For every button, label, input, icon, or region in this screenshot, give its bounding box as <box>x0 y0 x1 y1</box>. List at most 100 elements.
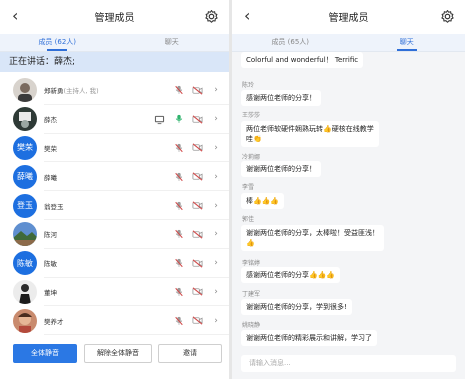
message-sender: 陈玲 <box>242 82 255 89</box>
chevron-right-icon[interactable]: › <box>211 287 221 297</box>
member-row[interactable]: 董坤 › <box>0 278 229 307</box>
mic-icon[interactable] <box>173 114 184 125</box>
message-sender: 王莎莎 <box>242 112 261 119</box>
mic-muted-icon[interactable] <box>173 142 184 153</box>
message-bubble: 棒👍👍👍 <box>241 193 285 209</box>
member-name: 薛杰 <box>44 114 154 124</box>
mic-muted-icon[interactable] <box>173 171 184 182</box>
gear-icon[interactable] <box>440 9 455 24</box>
chevron-right-icon[interactable]: › <box>211 316 221 326</box>
tab-chat[interactable]: 聊天 <box>115 34 230 51</box>
message-sender: 姚晓静 <box>242 322 261 329</box>
avatar: 薛曦 <box>13 164 37 189</box>
avatar <box>13 279 37 304</box>
invite-button[interactable]: 邀请 <box>158 344 222 363</box>
page-title: 管理成员 <box>94 13 135 24</box>
member-name-text: 翁登玉 <box>44 202 64 211</box>
action-bar: 全体静音 解除全体静音 邀请 <box>0 344 229 364</box>
member-name-text: 樊荣 <box>44 144 57 153</box>
member-role: (主持人, 我) <box>63 87 99 96</box>
member-row[interactable]: 薛杰 › <box>0 105 229 134</box>
tab-members[interactable]: 成员 (65人) <box>232 34 349 51</box>
mic-muted-icon[interactable] <box>173 315 184 326</box>
camera-off-icon[interactable] <box>192 200 203 211</box>
avatar: 樊荣 <box>13 135 37 160</box>
mic-muted-icon[interactable] <box>173 229 184 240</box>
tab-members[interactable]: 成员 (62人) <box>0 34 115 51</box>
tab-chat[interactable]: 聊天 <box>349 34 465 51</box>
member-name-text: 陈河 <box>44 231 57 240</box>
members-panel: ‹ 管理成员 成员 (62人) 聊天 正在讲话：薛杰; 郑新勇(主持人, 我) ›… <box>0 0 229 379</box>
camera-off-icon[interactable] <box>192 286 203 297</box>
chat-input[interactable]: 请输入消息... <box>241 355 456 372</box>
message-bubble: 谢谢两位老师的分享，学到很多! <box>241 299 352 315</box>
message-bubble: 谢谢两位老师的精彩展示和讲解，学习了 <box>241 330 377 346</box>
avatar: 登玉 <box>13 193 37 218</box>
page-title: 管理成员 <box>328 13 369 24</box>
member-row[interactable]: 郑新勇(主持人, 我) › <box>0 76 229 105</box>
member-row[interactable]: 陈河 › <box>0 220 229 249</box>
camera-off-icon[interactable] <box>192 229 203 240</box>
chat-panel: ‹ 管理成员 成员 (65人) 聊天 Colorful and wonderfu… <box>232 0 465 379</box>
mute-all-button[interactable]: 全体静音 <box>13 344 77 363</box>
chevron-right-icon[interactable]: › <box>211 258 221 268</box>
member-row[interactable]: 登玉 翁登玉 › <box>0 191 229 220</box>
message-bubble: 谢谢两位老师的分享，太棒啦！受益匪浅！ 👍 <box>241 225 384 251</box>
tab-bar: 成员 (62人) 聊天 <box>0 34 229 52</box>
mic-muted-icon[interactable] <box>173 286 184 297</box>
message-sender: 丁建军 <box>242 291 261 298</box>
member-row[interactable]: 薛曦 薛曦 › <box>0 162 229 191</box>
member-name-text: 董坤 <box>44 288 57 297</box>
mic-muted-icon[interactable] <box>173 200 184 211</box>
member-name: 陈敏 <box>44 258 173 268</box>
camera-off-icon[interactable] <box>192 114 203 125</box>
member-name: 樊荣 <box>44 143 173 153</box>
member-row[interactable]: 樊养才 › <box>0 306 229 335</box>
message-bubble: 感谢两位老师的分享👍👍👍 <box>241 267 341 283</box>
message-bubble: 两位老师软硬件娴熟玩转👍硬核在线教学 哇👏 <box>241 121 379 147</box>
screen-share-icon[interactable] <box>154 114 165 125</box>
member-name: 董坤 <box>44 287 173 297</box>
avatar <box>13 308 37 333</box>
speaking-indicator: 正在讲话：薛杰; <box>0 52 229 72</box>
chevron-right-icon[interactable]: › <box>211 85 221 95</box>
member-name-text: 薛曦 <box>44 173 57 182</box>
avatar <box>13 107 37 132</box>
chevron-right-icon[interactable]: › <box>211 143 221 153</box>
camera-off-icon[interactable] <box>192 171 203 182</box>
top-bar: ‹ 管理成员 <box>232 0 465 34</box>
camera-off-icon[interactable] <box>192 258 203 269</box>
message-sender: 郭佳 <box>242 216 255 223</box>
mic-muted-icon[interactable] <box>173 85 184 96</box>
message-sender: 李雪 <box>242 184 255 191</box>
camera-off-icon[interactable] <box>192 85 203 96</box>
member-list: 郑新勇(主持人, 我) › 薛杰 › 樊荣 樊荣 › 薛曦 薛曦 › 登玉 翁登玉 › 陈河 › 陈敏 陈敏 › 董… <box>0 76 229 335</box>
mic-muted-icon[interactable] <box>173 258 184 269</box>
message-bubble: 感谢两位老师的分享！ <box>241 90 321 106</box>
member-name: 郑新勇(主持人, 我) <box>44 85 173 95</box>
avatar: 陈敏 <box>13 251 37 276</box>
camera-off-icon[interactable] <box>192 315 203 326</box>
top-bar: ‹ 管理成员 <box>0 0 229 34</box>
member-name-text: 郑新勇 <box>44 87 64 96</box>
chevron-right-icon[interactable]: › <box>211 229 221 239</box>
tab-bar: 成员 (65人) 聊天 <box>232 34 465 52</box>
message-sender: 冷莉娜 <box>242 154 261 161</box>
chevron-right-icon[interactable]: › <box>211 172 221 182</box>
member-name: 翁登玉 <box>44 201 173 211</box>
chevron-right-icon[interactable]: › <box>211 114 221 124</box>
gear-icon[interactable] <box>204 9 219 24</box>
member-name-text: 陈敏 <box>44 260 57 269</box>
member-name: 陈河 <box>44 229 173 239</box>
member-row[interactable]: 陈敏 陈敏 › <box>0 249 229 278</box>
member-name: 樊养才 <box>44 316 173 326</box>
member-row[interactable]: 樊荣 樊荣 › <box>0 134 229 163</box>
message-sender: 李铭婷 <box>242 260 261 267</box>
message-bubble: Colorful and wonderful！ Terrific <box>241 52 364 68</box>
avatar <box>13 222 37 247</box>
camera-off-icon[interactable] <box>192 142 203 153</box>
avatar <box>13 78 37 103</box>
chevron-right-icon[interactable]: › <box>211 201 221 211</box>
unmute-all-button[interactable]: 解除全体静音 <box>84 344 152 363</box>
member-name: 薛曦 <box>44 172 173 182</box>
